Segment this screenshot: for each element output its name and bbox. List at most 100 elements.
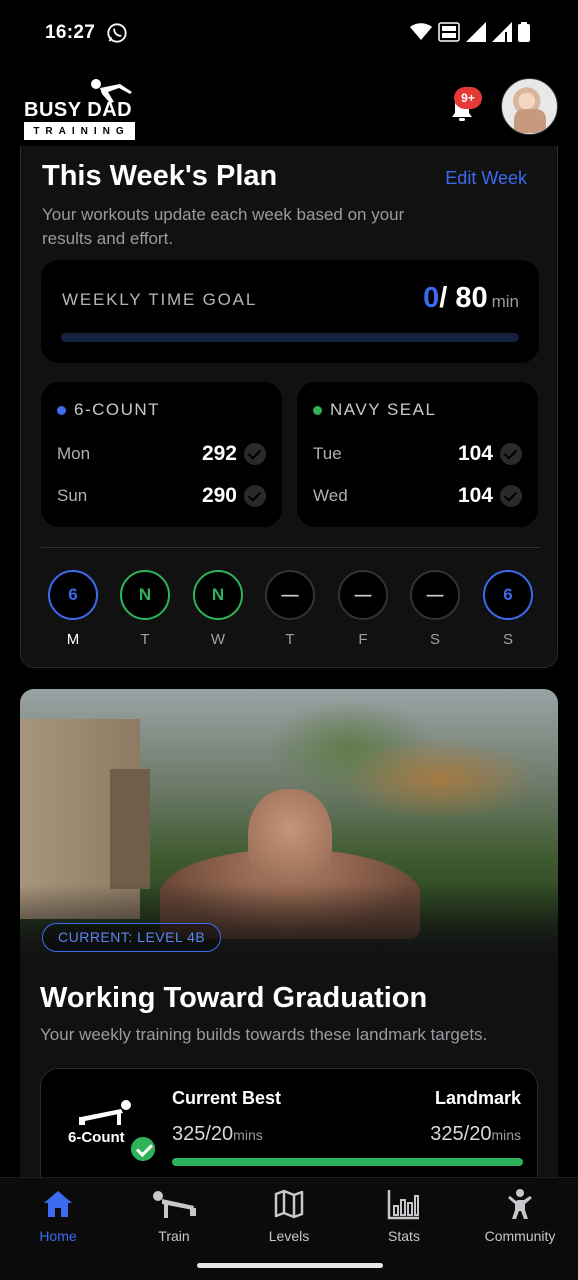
- nav-label: Home: [39, 1228, 77, 1244]
- week-day-sat[interactable]: — S: [410, 570, 460, 648]
- nav-community[interactable]: Community: [462, 1188, 578, 1244]
- day-circle: 6: [483, 570, 533, 620]
- goal-current: 0: [423, 282, 440, 314]
- program-header: NAVY SEAL: [313, 400, 436, 420]
- program-row: Wed 104: [313, 483, 522, 509]
- program-row: Mon 292: [57, 441, 266, 467]
- day-label: F: [358, 631, 368, 648]
- current-best-score: 325/20: [172, 1123, 234, 1145]
- current-level-pill: CURRENT: LEVEL 4B: [42, 923, 222, 952]
- program-score: 292: [201, 442, 237, 465]
- day-circle: —: [338, 570, 388, 620]
- landmark-value: 325/20mins: [430, 1123, 521, 1146]
- app-header: BUSY DAD TRAINING 9+: [0, 70, 578, 146]
- landmark-target[interactable]: 6-Count Current Best Landmark 325/20mins…: [40, 1068, 538, 1179]
- home-icon: [44, 1191, 72, 1217]
- stats-icon: [387, 1190, 419, 1220]
- program-day: Sun: [57, 486, 88, 505]
- week-day-thu[interactable]: — T: [265, 570, 315, 648]
- weekly-time-goal: WEEKLY TIME GOAL 0/ 80 min: [41, 260, 539, 363]
- plan-subtitle: Your workouts update each week based on …: [42, 205, 405, 248]
- community-icon: [508, 1189, 532, 1219]
- nav-stats[interactable]: Stats: [346, 1188, 462, 1244]
- check-icon: [500, 443, 522, 465]
- landmark-progress-fill: [172, 1158, 523, 1166]
- check-circle-icon: [129, 1135, 157, 1163]
- level-subtitle: Your weekly training builds towards thes…: [40, 1025, 488, 1044]
- day-circle: —: [410, 570, 460, 620]
- goal-label: WEEKLY TIME GOAL: [62, 290, 258, 309]
- program-day: Wed: [313, 486, 348, 505]
- signal-r-icon: [492, 22, 512, 42]
- week-day-wed[interactable]: N W: [193, 570, 243, 648]
- nav-label: Train: [158, 1228, 190, 1244]
- goal-progress-bar: [61, 333, 519, 342]
- map-icon: [274, 1189, 304, 1219]
- program-day: Mon: [57, 444, 91, 463]
- program-row: Tue 104: [313, 441, 522, 467]
- current-best-value: 325/20mins: [172, 1123, 263, 1146]
- program-day: Tue: [313, 444, 342, 463]
- nav-label: Stats: [388, 1228, 420, 1244]
- logo-subtext: TRAINING: [24, 122, 135, 140]
- check-icon: [500, 485, 522, 507]
- pushup-icon: [79, 1100, 131, 1125]
- program-score: 104: [457, 484, 493, 507]
- current-best-label: Current Best: [172, 1088, 282, 1108]
- divider: [41, 547, 539, 548]
- day-label: S: [502, 631, 513, 648]
- day-label: T: [140, 631, 150, 648]
- week-day-tue[interactable]: N T: [120, 570, 170, 648]
- level-title: Working Toward Graduation: [40, 982, 428, 1014]
- day-label: W: [210, 631, 226, 648]
- app-logo[interactable]: BUSY DAD TRAINING: [24, 78, 136, 140]
- nav-levels[interactable]: Levels: [231, 1188, 347, 1244]
- day-circle: —: [265, 570, 315, 620]
- program-score: 290: [201, 484, 237, 507]
- goal-total: / 80: [439, 282, 488, 314]
- landmark-exercise: 6-Count: [68, 1129, 125, 1146]
- nav-home[interactable]: Home: [0, 1188, 116, 1244]
- logo-text: BUSY DAD: [24, 99, 133, 121]
- goal-unit: min: [491, 292, 519, 311]
- landmark-progress-bar: [172, 1158, 523, 1166]
- nav-label: Community: [484, 1228, 556, 1244]
- day-label: M: [66, 631, 80, 648]
- program-card-navy-seal[interactable]: NAVY SEAL Tue 104 Wed 104: [297, 382, 538, 527]
- nav-label: Levels: [268, 1228, 310, 1244]
- level-card[interactable]: CURRENT: LEVEL 4B Working Toward Graduat…: [20, 689, 558, 1179]
- check-icon: [244, 443, 266, 465]
- battery-icon: [518, 22, 530, 42]
- home-indicator[interactable]: [197, 1263, 383, 1268]
- week-day-mon[interactable]: 6 M: [48, 570, 98, 648]
- current-best-unit: mins: [233, 1127, 263, 1143]
- program-header: 6-COUNT: [57, 400, 160, 420]
- profile-avatar[interactable]: [501, 78, 558, 135]
- edit-week-link[interactable]: Edit Week: [445, 168, 527, 189]
- plan-title: This Week's Plan: [42, 160, 278, 192]
- program-card-6-count[interactable]: 6-COUNT Mon 292 Sun 290: [41, 382, 282, 527]
- hero-person-head: [248, 789, 332, 889]
- landmark-score: 325/20: [430, 1123, 492, 1145]
- wifi-icon: [410, 23, 432, 40]
- program-row: Sun 290: [57, 483, 266, 509]
- check-icon: [244, 485, 266, 507]
- day-label: S: [429, 631, 440, 648]
- week-schedule: 6 M N T N W — T — F — S 6 S: [48, 570, 534, 650]
- notification-badge: 9+: [454, 87, 482, 109]
- program-name: 6-COUNT: [74, 400, 161, 419]
- day-circle: 6: [48, 570, 98, 620]
- nav-train[interactable]: Train: [116, 1188, 232, 1244]
- landmark-label: Landmark: [434, 1088, 521, 1108]
- program-score: 104: [457, 442, 493, 465]
- status-time: 16:27: [45, 22, 96, 43]
- program-name: NAVY SEAL: [330, 400, 437, 419]
- week-day-fri[interactable]: — F: [338, 570, 388, 648]
- week-day-sun[interactable]: 6 S: [483, 570, 533, 648]
- pushup-icon: [153, 1191, 196, 1218]
- program-dot-icon: [57, 405, 66, 415]
- day-label: T: [285, 631, 295, 648]
- landmark-unit: mins: [491, 1127, 521, 1143]
- volte-icon: [438, 22, 460, 42]
- whatsapp-icon: [107, 23, 127, 43]
